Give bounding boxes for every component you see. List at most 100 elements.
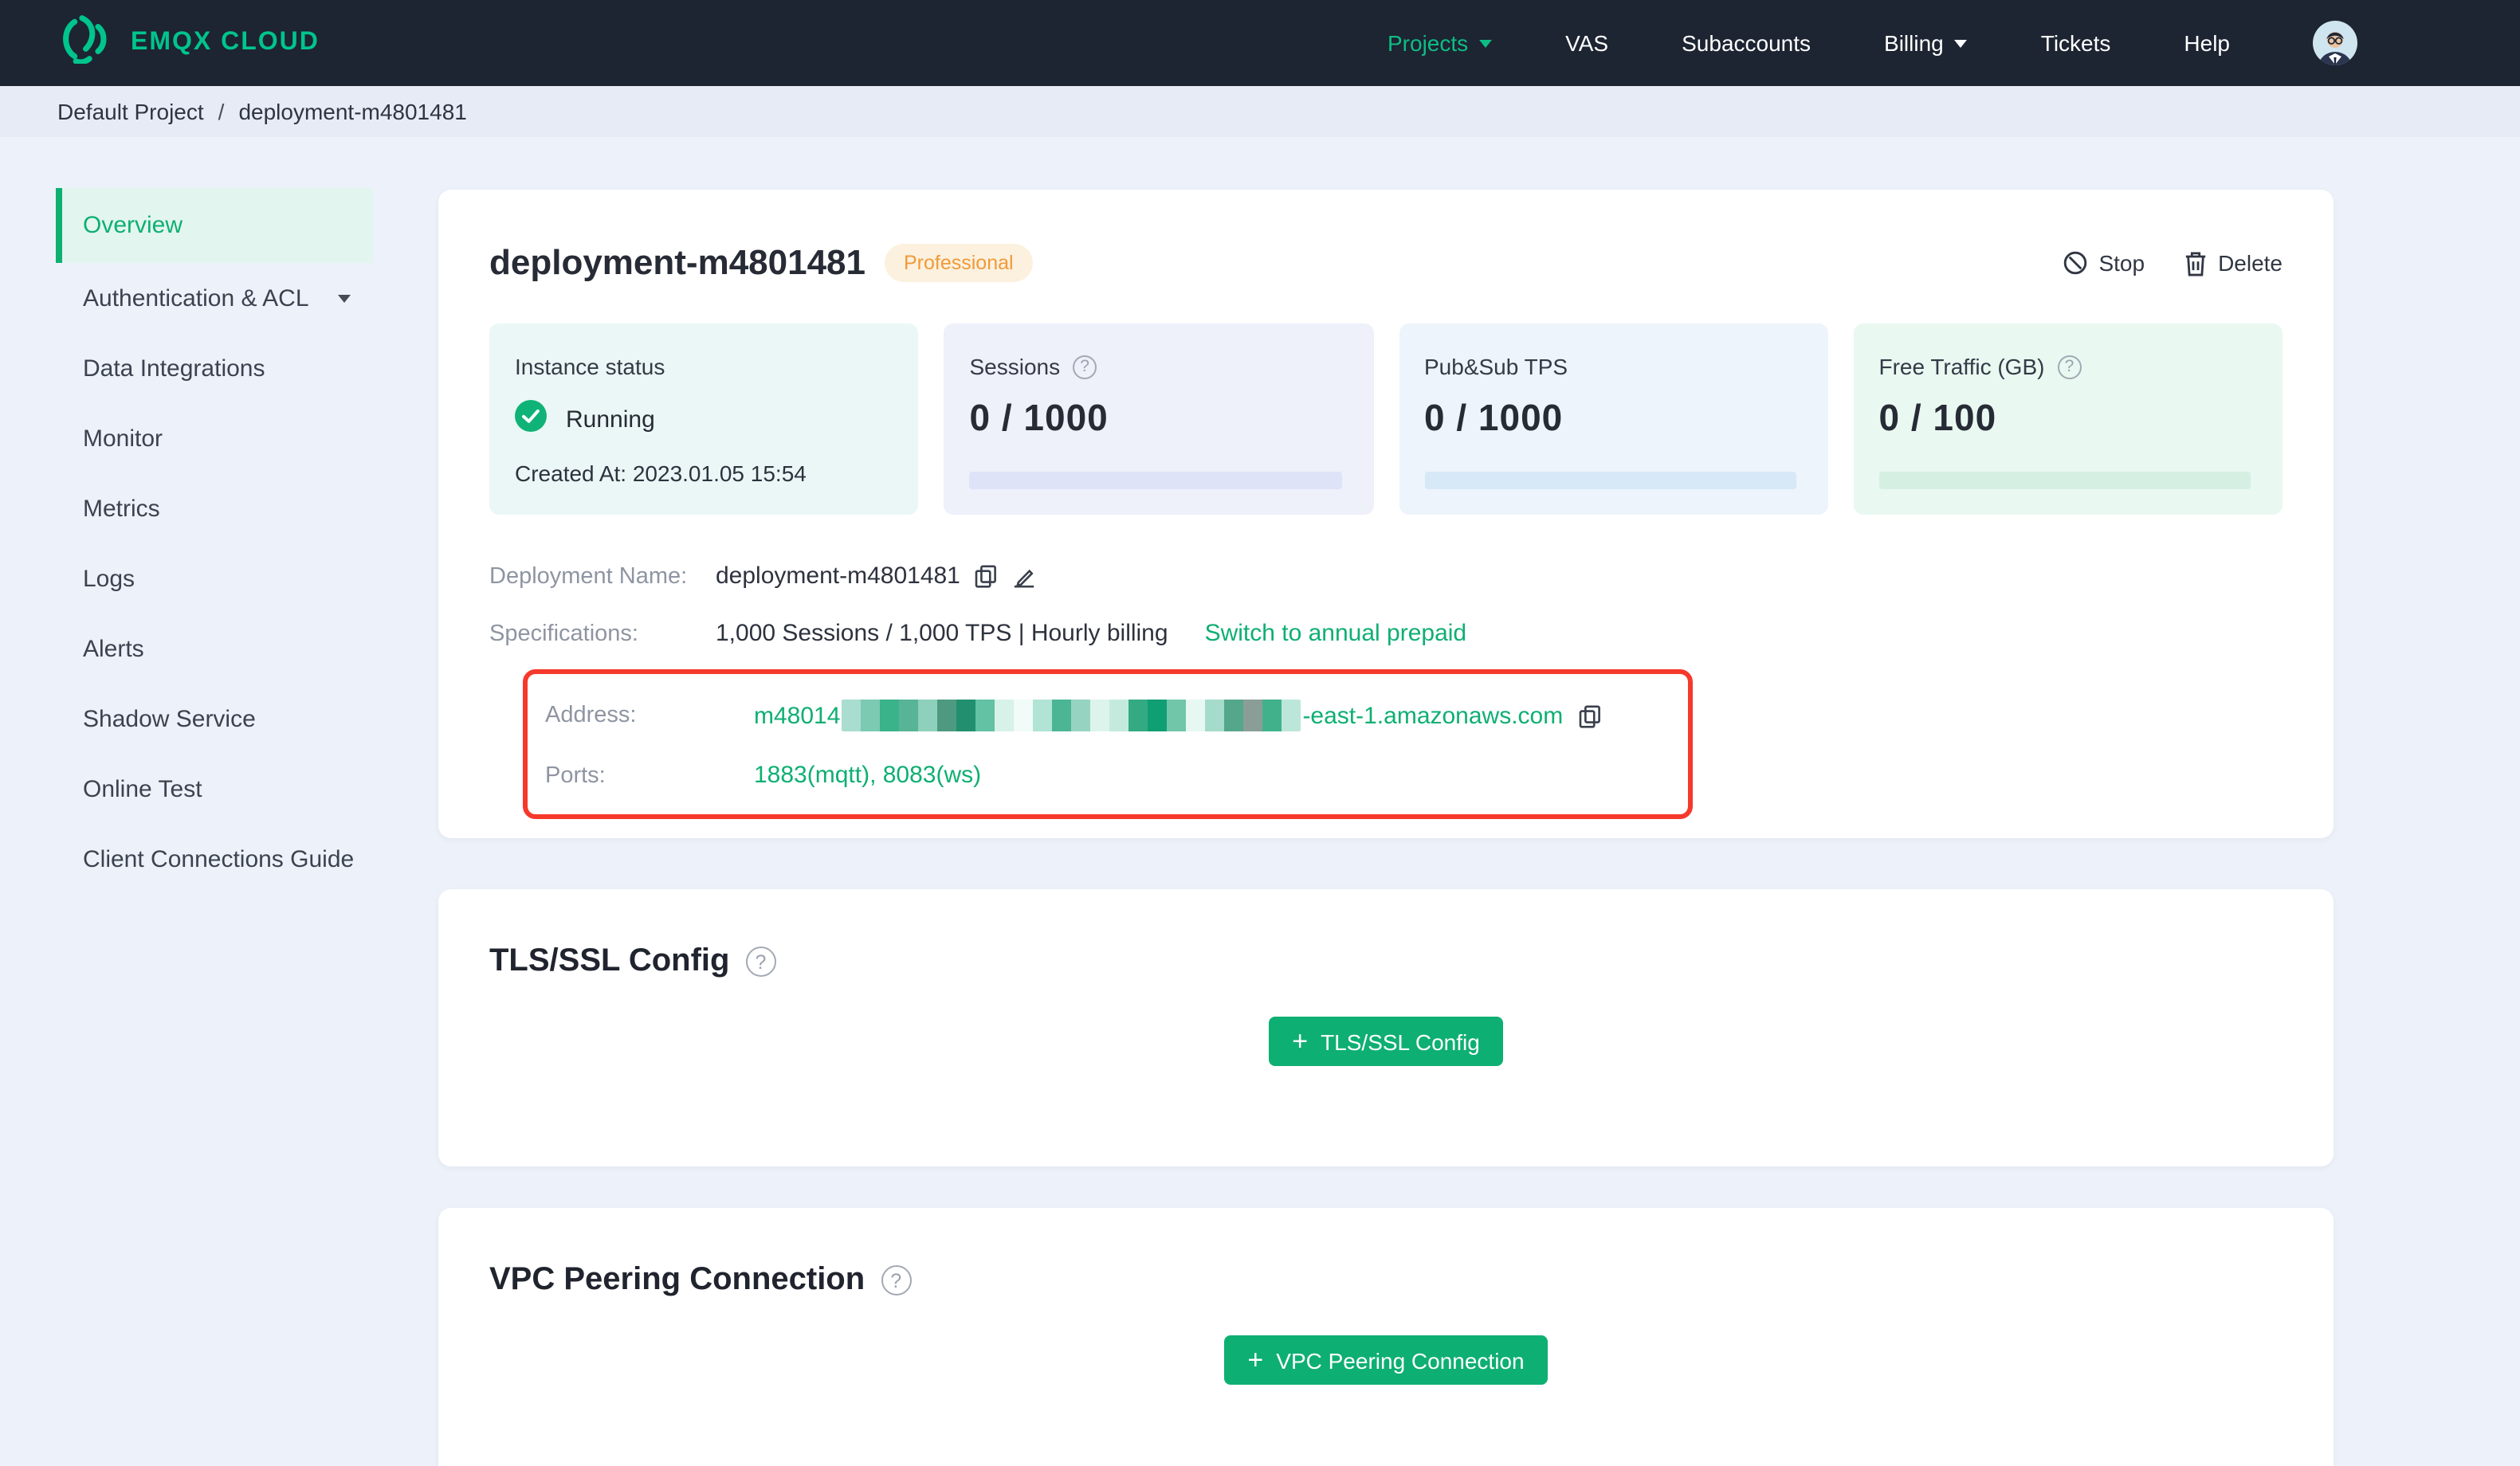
add-vpc-peering-connection-button[interactable]: + VPC Peering Connection <box>1223 1335 1549 1385</box>
address-prefix: m48014 <box>754 702 841 729</box>
brand-logo[interactable]: EMQX CLOUD <box>57 14 320 72</box>
nav-item-subaccounts[interactable]: Subaccounts <box>1682 30 1811 56</box>
sidebar-item-label: Logs <box>83 565 135 592</box>
sidebar-item-data-integrations[interactable]: Data Integrations <box>56 333 373 403</box>
nav-item-help[interactable]: Help <box>2184 30 2230 56</box>
ports-value: 1883(mqtt), 8083(ws) <box>754 762 982 789</box>
redacted-block <box>1033 700 1053 731</box>
sessions-progressbar <box>969 472 1341 489</box>
ports-row: Ports: 1883(mqtt), 8083(ws) <box>545 762 1669 789</box>
traffic-progressbar <box>1878 472 2251 489</box>
breadcrumb-project[interactable]: Default Project <box>57 99 204 124</box>
delete-label: Delete <box>2218 250 2283 276</box>
free-traffic-card: Free Traffic (GB) ? 0 / 100 <box>1853 323 2283 515</box>
sidebar-item-shadow-service[interactable]: Shadow Service <box>56 684 373 754</box>
main-content: deployment-m4801481 Professional Stop De… <box>438 190 2334 1466</box>
redacted-block <box>1224 700 1244 731</box>
nav-items: Projects VAS Subaccounts Billing Tickets… <box>1388 30 2230 56</box>
sidebar-item-label: Data Integrations <box>83 355 265 382</box>
copy-icon[interactable] <box>1577 704 1601 727</box>
redacted-block <box>1186 700 1206 731</box>
redacted-block <box>1282 700 1301 731</box>
pubsub-tps-card: Pub&Sub TPS 0 / 1000 <box>1399 323 1828 515</box>
sidebar-item-metrics[interactable]: Metrics <box>56 473 373 543</box>
stop-button[interactable]: Stop <box>2062 250 2145 276</box>
redacted-block <box>918 700 938 731</box>
redacted-block <box>880 700 900 731</box>
sessions-card: Sessions ? 0 / 1000 <box>944 323 1373 515</box>
switch-annual-prepaid-link[interactable]: Switch to annual prepaid <box>1205 620 1467 647</box>
add-tls-ssl-config-button[interactable]: + TLS/SSL Config <box>1268 1017 1504 1066</box>
redacted-block <box>1109 700 1129 731</box>
redacted-block <box>1014 700 1034 731</box>
sidebar-item-online-test[interactable]: Online Test <box>56 754 373 824</box>
redacted-block <box>1090 700 1110 731</box>
edit-icon[interactable] <box>1013 564 1037 588</box>
help-circle-icon[interactable]: ? <box>2057 355 2082 378</box>
sidebar-item-label: Metrics <box>83 495 160 522</box>
stats-row: Instance status Running Created At: 2023… <box>489 323 2283 515</box>
sidebar-item-monitor[interactable]: Monitor <box>56 403 373 473</box>
tps-progressbar <box>1424 472 1796 489</box>
nav-item-projects[interactable]: Projects <box>1388 30 1493 56</box>
delete-button[interactable]: Delete <box>2183 249 2283 276</box>
sidebar-item-client-connections-guide[interactable]: Client Connections Guide <box>56 824 373 894</box>
chevron-down-icon <box>1954 39 1968 47</box>
redacted-block <box>975 700 995 731</box>
redacted-block <box>1071 700 1091 731</box>
check-circle-icon <box>515 400 547 438</box>
redacted-block <box>1205 700 1225 731</box>
vpc-peering-title: VPC Peering Connection <box>489 1262 866 1297</box>
nav-item-label: Tickets <box>2040 30 2111 56</box>
page-title: deployment-m4801481 <box>489 242 866 282</box>
plan-badge: Professional <box>885 244 1033 282</box>
button-label: TLS/SSL Config <box>1321 1029 1480 1054</box>
redacted-block <box>995 700 1015 731</box>
help-circle-icon[interactable]: ? <box>1073 355 1097 378</box>
nav-item-tickets[interactable]: Tickets <box>2041 30 2111 56</box>
sidebar-item-label: Shadow Service <box>83 705 256 732</box>
sidebar-item-alerts[interactable]: Alerts <box>56 613 373 684</box>
nav-item-vas[interactable]: VAS <box>1565 30 1608 56</box>
sidebar-item-label: Alerts <box>83 635 144 662</box>
address-suffix: -east-1.amazonaws.com <box>1302 702 1564 729</box>
redacted-block <box>1129 700 1148 731</box>
redacted-block <box>1052 700 1072 731</box>
stop-label: Stop <box>2098 250 2145 276</box>
nav-item-label: Billing <box>1884 30 1944 56</box>
brand-name: EMQX CLOUD <box>131 29 320 56</box>
redacted-block <box>1243 700 1263 731</box>
breadcrumb-separator: / <box>218 99 225 124</box>
emqx-logo-icon <box>57 14 112 72</box>
copy-icon[interactable] <box>975 564 999 588</box>
nav-item-billing[interactable]: Billing <box>1884 30 1968 56</box>
help-circle-icon[interactable]: ? <box>745 947 776 977</box>
plus-icon: + <box>1292 1025 1309 1056</box>
stop-icon <box>2062 250 2087 276</box>
redacted-block <box>899 700 919 731</box>
sidebar-item-overview[interactable]: Overview <box>56 188 373 263</box>
redacted-block <box>1262 700 1282 731</box>
address-label: Address: <box>545 703 637 728</box>
status-badge: Running <box>566 406 655 433</box>
sidebar-item-label: Online Test <box>83 775 202 802</box>
stat-label: Sessions <box>969 354 1061 379</box>
breadcrumb-deployment: deployment-m4801481 <box>238 99 467 124</box>
traffic-value: 0 / 100 <box>1878 397 1997 438</box>
sidebar-item-authentication-acl[interactable]: Authentication & ACL <box>56 263 373 333</box>
deployment-name-label: Deployment Name: <box>489 563 688 589</box>
help-circle-icon[interactable]: ? <box>881 1265 912 1295</box>
nav-item-label: Help <box>2184 30 2230 56</box>
sidebar-item-label: Client Connections Guide <box>83 845 355 872</box>
redacted-address-blocks <box>842 700 1301 731</box>
nav-item-label: Projects <box>1388 30 1469 56</box>
address-row: Address: m48014 -east-1.amazonaws.com <box>545 700 1669 731</box>
button-label: VPC Peering Connection <box>1276 1347 1525 1373</box>
vpc-peering-card: VPC Peering Connection ? + VPC Peering C… <box>438 1208 2334 1466</box>
sidebar-item-logs[interactable]: Logs <box>56 543 373 613</box>
specifications-row: Specifications: 1,000 Sessions / 1,000 T… <box>489 620 2283 647</box>
stat-label: Free Traffic (GB) <box>1878 354 2045 379</box>
ports-label: Ports: <box>545 762 606 788</box>
user-avatar[interactable] <box>2313 21 2357 65</box>
sidebar-item-label: Overview <box>83 212 183 239</box>
